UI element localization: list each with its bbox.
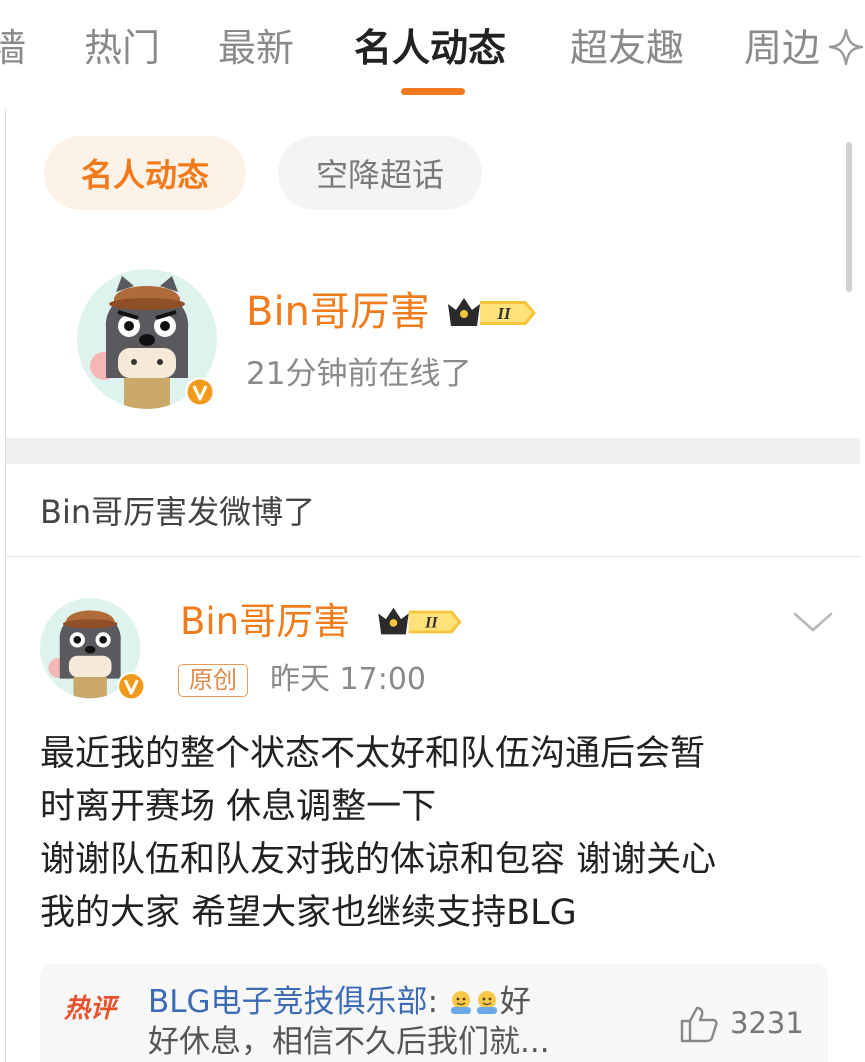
original-tag: 原创 — [178, 664, 248, 697]
hot-comment[interactable]: 热评 BLG电子竞技俱乐部: 好 好休息，相信不久后我们就... 3231 — [40, 964, 828, 1062]
chip-celebrity-updates[interactable]: 名人动态 — [44, 136, 246, 210]
post-time: 昨天 17:00 — [270, 662, 426, 697]
post-line: 我的大家 希望大家也继续支持BLG — [40, 893, 577, 933]
post-author-avatar[interactable] — [40, 598, 148, 706]
post-author-name[interactable]: Bin哥厉害 — [180, 600, 350, 644]
post-line: 谢谢队伍和队友对我的体谅和包容 谢谢关心 — [40, 840, 717, 880]
post-line: 最近我的整个状态不太好和队伍沟通后会暂 — [40, 734, 706, 774]
hot-comment-text-rest: 好休息，相信不久后我们就... — [148, 1024, 550, 1060]
post-notice: Bin哥厉害发微博了 — [40, 493, 316, 531]
post-line: 时离开赛场 休息调整一下 — [40, 787, 437, 827]
tab-super-friends[interactable]: 超友趣 — [570, 26, 684, 70]
post-content[interactable]: 最近我的整个状态不太好和队伍沟通后会暂 时离开赛场 休息调整一下 谢谢队伍和队友… — [40, 728, 830, 940]
tab-wall[interactable]: 墙 — [0, 26, 26, 70]
post-level-badge-text: II — [424, 615, 438, 632]
tab-hot[interactable]: 热门 — [84, 26, 160, 70]
hot-comment-separator: : — [427, 984, 439, 1020]
top-tab-bar: 墙 热门 最新 名人动态 超友趣 周边 — [0, 0, 865, 110]
tab-latest[interactable]: 最新 — [218, 26, 294, 70]
section-divider — [6, 438, 860, 464]
post-level-badge-icon: II — [378, 607, 462, 635]
level-badge-icon: II — [448, 298, 536, 326]
hot-comment-author[interactable]: BLG电子竞技俱乐部 — [148, 984, 428, 1020]
hot-comment-text-start: 好 — [499, 984, 531, 1020]
active-tab-indicator — [401, 88, 465, 95]
celebrity-name[interactable]: Bin哥厉害 — [246, 288, 430, 336]
like-count: 3231 — [730, 1006, 804, 1040]
divider-line — [6, 556, 860, 557]
tab-merch[interactable]: 周边 — [744, 26, 820, 70]
celebrity-avatar[interactable] — [76, 268, 218, 410]
celebrity-online-status: 21分钟前在线了 — [246, 356, 472, 392]
window-edge — [5, 0, 6, 1062]
chip-airdrop-topic[interactable]: 空降超话 — [278, 136, 482, 210]
hug-emoji-icon — [450, 991, 471, 1014]
chevron-down-icon[interactable] — [792, 608, 834, 636]
tab-celebrity-updates[interactable]: 名人动态 — [354, 26, 506, 70]
thumbs-up-icon[interactable] — [678, 1004, 720, 1044]
sparkle-icon — [828, 28, 864, 66]
hug-emoji-icon — [476, 991, 497, 1014]
scrollbar[interactable] — [846, 142, 852, 292]
hot-comment-label: 热评 — [64, 994, 117, 1024]
level-badge-text: II — [496, 304, 512, 323]
hot-comment-text: BLG电子竞技俱乐部: 好 好休息，相信不久后我们就... — [148, 982, 628, 1062]
